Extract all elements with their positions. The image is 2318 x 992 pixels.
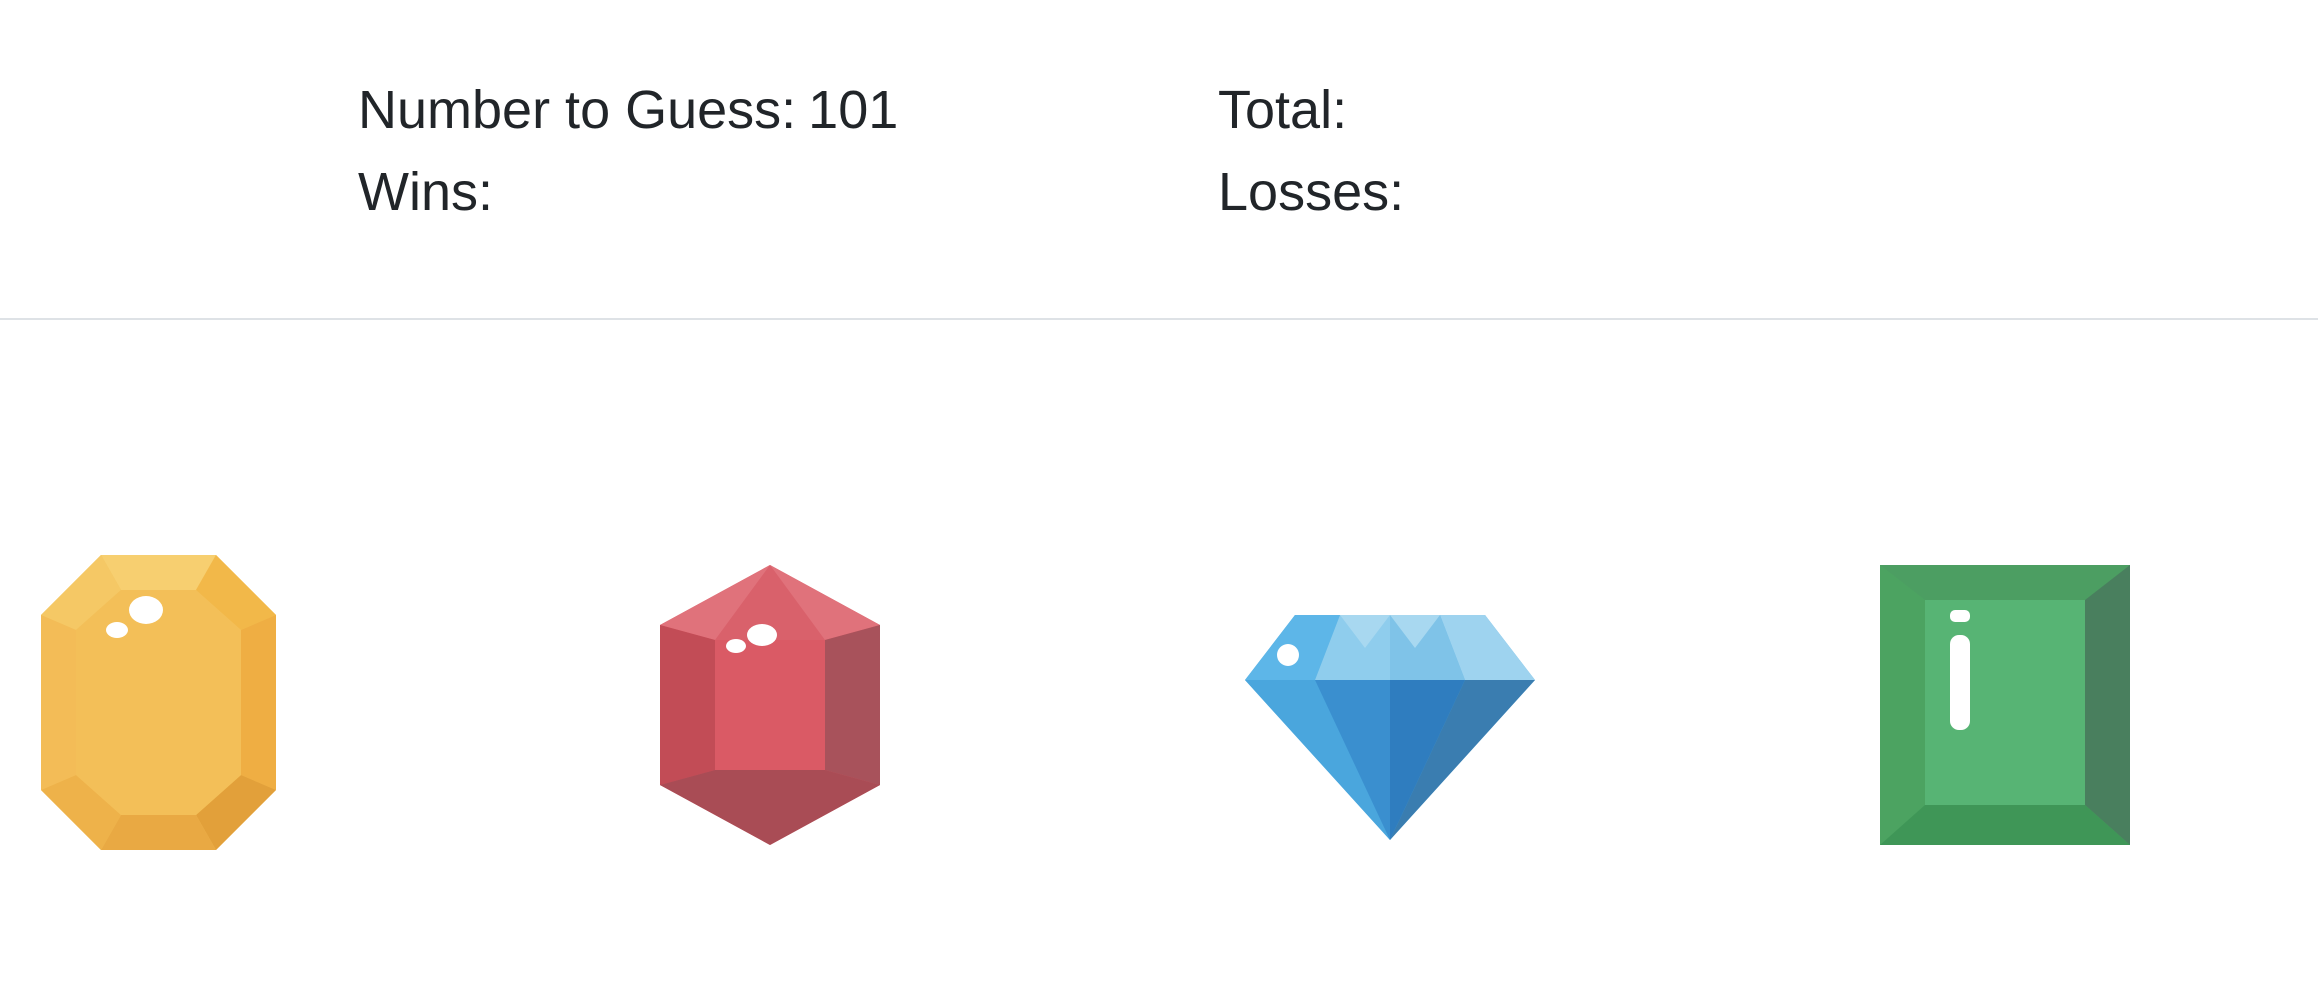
red-crystal-button[interactable]	[650, 560, 890, 860]
green-crystal-button[interactable]	[1870, 555, 2140, 855]
target-number-value: 101	[808, 80, 899, 140]
scoreboard: Number to Guess: 101 Total: Wins: Losses:	[0, 0, 2318, 320]
yellow-crystal-button[interactable]	[36, 550, 286, 860]
blue-diamond-icon	[1245, 615, 1535, 840]
green-gem-icon	[1880, 565, 2130, 845]
wins-count: Wins:	[358, 157, 493, 227]
yellow-gem-icon	[41, 555, 276, 850]
target-number-label: Number to Guess:	[358, 80, 797, 140]
red-gem-icon	[660, 565, 880, 845]
total-score-label: Total:	[1218, 80, 1348, 140]
blue-crystal-button[interactable]	[1240, 600, 1540, 850]
losses-label: Losses:	[1218, 162, 1405, 222]
losses-count: Losses:	[1218, 157, 1404, 227]
wins-label: Wins:	[358, 162, 493, 222]
total-score: Total:	[1218, 75, 1347, 145]
target-number: Number to Guess: 101	[358, 75, 898, 145]
